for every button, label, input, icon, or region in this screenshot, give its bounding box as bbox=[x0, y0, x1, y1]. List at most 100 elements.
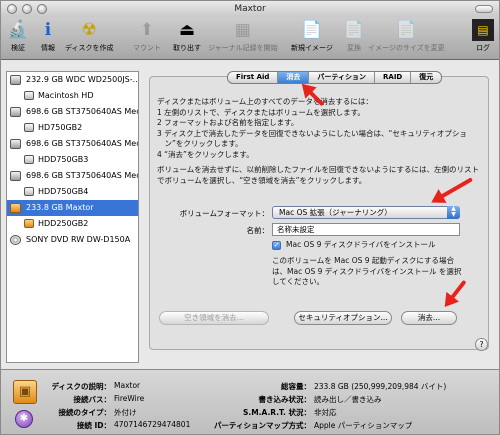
toolbar-convert-label: 変換 bbox=[347, 44, 361, 52]
connection-bus-label: 接続バス： bbox=[73, 395, 112, 404]
log-icon: ▤ bbox=[472, 19, 494, 41]
instruction-line: ン”をクリックします。 bbox=[157, 139, 243, 148]
disk-list-item[interactable]: HDD750GB4 bbox=[7, 184, 138, 200]
toolbar-new-image-button[interactable]: 📄 新規イメージ bbox=[291, 19, 333, 53]
disk-list[interactable]: 232.9 GB WDC WD2500JS-... Macintosh HD 6… bbox=[6, 71, 139, 363]
disk-list-item[interactable]: Macintosh HD bbox=[7, 88, 138, 104]
write-status-value: 読み出し／書き込み bbox=[314, 395, 382, 404]
toolbar-mount-label: マウント bbox=[133, 44, 161, 52]
disk-list-item[interactable]: 232.9 GB WDC WD2500JS-... bbox=[7, 72, 138, 88]
volume-name-field[interactable]: 名称未設定 bbox=[272, 223, 460, 236]
help-icon[interactable]: ? bbox=[475, 338, 488, 351]
disk-list-item-label: HDD750GB4 bbox=[38, 187, 89, 196]
journal-icon: ▦ bbox=[234, 20, 251, 40]
info-icon: ℹ bbox=[44, 20, 52, 40]
os9-note-line: このボリュームを Mac OS 9 起動ディスクにする場合 bbox=[272, 256, 454, 265]
external-disk-icon: ▣ bbox=[13, 380, 37, 404]
partition-map-value: Apple パーティションマップ bbox=[314, 421, 413, 430]
os9-driver-checkbox[interactable]: ✓ bbox=[272, 241, 281, 250]
disk-list-item[interactable]: HDD250GB2 bbox=[7, 216, 138, 232]
zoom-button[interactable] bbox=[37, 4, 47, 14]
volume-format-label: ボリュームフォーマット： bbox=[179, 209, 269, 218]
connection-id-label: 接続 ID： bbox=[76, 421, 111, 430]
connection-id-value: 4707146729474801 bbox=[114, 420, 191, 429]
disk-list-item-label: 233.8 GB Maxtor bbox=[26, 203, 94, 212]
toolbar-info-button[interactable]: ℹ 情報 bbox=[37, 19, 59, 53]
toolbar-journal-button[interactable]: ▦ ジャーナル記録を開始 bbox=[208, 19, 278, 53]
erase-instructions: ディスクまたはボリューム上のすべてのデータを消去するには： 1 左側のリストで、… bbox=[157, 97, 467, 160]
disk-list-item-selected[interactable]: 233.8 GB Maxtor bbox=[7, 200, 138, 216]
toolbar-resize-image-button[interactable]: 📄 イメージのサイズを変更 bbox=[368, 19, 445, 53]
volume-format-select[interactable]: Mac OS 拡張（ジャーナリング） ▲ ▼ bbox=[272, 206, 460, 219]
tab-partition[interactable]: パーティション bbox=[309, 72, 376, 83]
disk-list-item-label: HDD250GB2 bbox=[38, 219, 89, 228]
security-options-button[interactable]: セキュリティオプション... bbox=[294, 311, 392, 325]
toolbar-eject-button[interactable]: ⏏ 取り出す bbox=[173, 19, 201, 53]
disk-description-value: Maxtor bbox=[114, 381, 141, 390]
toolbar-log-button[interactable]: ▤ ログ bbox=[472, 19, 494, 53]
disk-list-item-label: SONY DVD RW DW-D150A bbox=[26, 235, 131, 244]
instruction-line: 2 フォーマットおよび名前を指定します。 bbox=[157, 118, 299, 127]
toolbar-toggle-button[interactable] bbox=[475, 5, 493, 13]
note-line: でボリュームを選択し、“空き領域を消去”をクリックします。 bbox=[157, 175, 367, 185]
erase-button[interactable]: 消去... bbox=[401, 311, 457, 325]
toolbar-verify-button[interactable]: 🔬 検証 bbox=[7, 19, 29, 53]
hard-disk-icon bbox=[10, 171, 21, 181]
toolbar-convert-button[interactable]: 📄 変換 bbox=[343, 19, 365, 53]
connection-type-label: 接続のタイプ： bbox=[58, 408, 112, 417]
total-capacity-label: 総容量： bbox=[281, 382, 311, 391]
os9-note: このボリュームを Mac OS 9 起動ディスクにする場合 は、Mac OS 9… bbox=[272, 256, 461, 288]
toolbar-mount-button[interactable]: ⬆ マウント bbox=[133, 19, 161, 53]
mount-icon: ⬆ bbox=[139, 20, 155, 40]
resize-image-icon: 📄 bbox=[395, 20, 417, 40]
close-button[interactable] bbox=[7, 4, 17, 14]
name-label: 名前： bbox=[246, 226, 270, 235]
volume-icon bbox=[24, 155, 34, 164]
erase-free-space-button[interactable]: 空き領域を消去... bbox=[159, 311, 269, 325]
toolbar: 🔬 検証 ℹ 情報 ☢ ディスクを作成 ⬆ マウント ⏏ 取り出す ▦ ジャーナ… bbox=[1, 17, 499, 60]
disk-list-item[interactable]: HD750GB2 bbox=[7, 120, 138, 136]
instruction-line: 1 左側のリストで、ディスクまたはボリュームを選択します。 bbox=[157, 107, 365, 117]
toolbar-resize-image-label: イメージのサイズを変更 bbox=[368, 44, 445, 52]
burn-icon: ☢ bbox=[81, 20, 97, 40]
disk-list-item-label: 232.9 GB WDC WD2500JS-... bbox=[26, 75, 138, 84]
new-image-icon: 📄 bbox=[301, 20, 323, 40]
title-bar: Maxtor bbox=[1, 1, 499, 17]
firewire-icon: ✱ bbox=[15, 410, 33, 428]
tab-bar: First Aid 消去 パーティション RAID 復元 bbox=[227, 71, 443, 84]
disk-list-item-label: HDD750GB3 bbox=[38, 155, 89, 164]
connection-bus-value: FireWire bbox=[114, 394, 145, 403]
partition-map-label: パーティションマップ方式： bbox=[213, 421, 311, 430]
volume-icon bbox=[24, 123, 34, 132]
os9-driver-label: Mac OS 9 ディスクドライバをインストール bbox=[286, 240, 436, 249]
tab-raid[interactable]: RAID bbox=[375, 72, 412, 83]
minimize-button[interactable] bbox=[22, 4, 32, 14]
note-line: ボリュームを消去せずに、以前削除したファイルを回復できないようにするには、左側の… bbox=[157, 165, 479, 174]
volume-icon bbox=[24, 187, 34, 196]
instruction-line: 4 “消去”をクリックします。 bbox=[157, 149, 254, 159]
toolbar-burn-button[interactable]: ☢ ディスクを作成 bbox=[65, 19, 114, 53]
disk-list-item[interactable]: 698.6 GB ST3750640AS Med... bbox=[7, 104, 138, 120]
disk-list-item[interactable]: 698.6 GB ST3750640AS Med... bbox=[7, 136, 138, 152]
microscope-icon: 🔬 bbox=[7, 20, 29, 40]
total-capacity-value: 233.8 GB (250,999,209,984 バイト) bbox=[314, 382, 447, 391]
disk-list-item[interactable]: SONY DVD RW DW-D150A bbox=[7, 232, 138, 248]
smart-status-label: S.M.A.R.T. 状況： bbox=[242, 408, 311, 417]
volume-icon bbox=[24, 91, 34, 100]
disk-list-item-label: 698.6 GB ST3750640AS Med... bbox=[26, 107, 138, 116]
toolbar-journal-label: ジャーナル記録を開始 bbox=[208, 44, 278, 52]
toolbar-log-label: ログ bbox=[476, 44, 490, 52]
hard-disk-icon bbox=[10, 75, 21, 85]
hard-disk-icon bbox=[10, 107, 21, 117]
smart-status-value: 非対応 bbox=[314, 408, 337, 417]
disk-list-item[interactable]: 698.6 GB ST3750640AS Med... bbox=[7, 168, 138, 184]
chevron-updown-icon: ▲ ▼ bbox=[447, 206, 460, 219]
disk-list-item[interactable]: HDD750GB3 bbox=[7, 152, 138, 168]
window-title: Maxtor bbox=[234, 4, 266, 14]
tab-first-aid[interactable]: First Aid bbox=[228, 72, 279, 83]
hard-disk-icon bbox=[10, 139, 21, 149]
tab-restore[interactable]: 復元 bbox=[411, 72, 441, 83]
convert-icon: 📄 bbox=[343, 20, 365, 40]
external-disk-icon bbox=[10, 203, 21, 213]
toolbar-new-image-label: 新規イメージ bbox=[291, 44, 333, 52]
